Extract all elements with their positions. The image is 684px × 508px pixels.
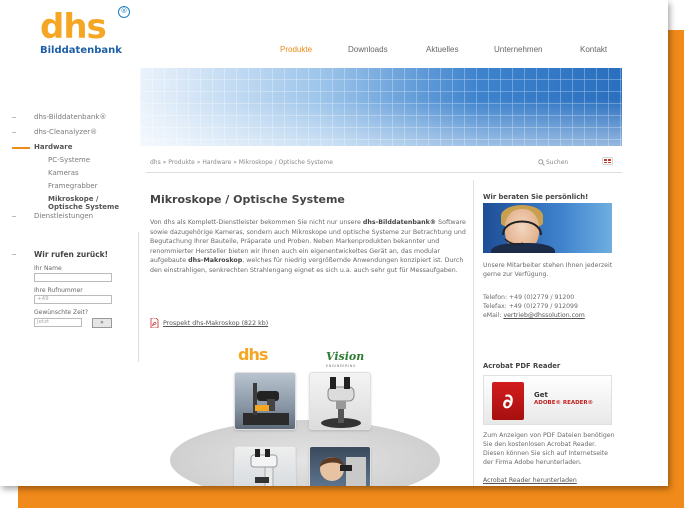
support-staff-photo [483, 203, 612, 253]
nav-produkte[interactable]: Produkte [280, 45, 312, 54]
pdf-icon [150, 318, 159, 328]
email-link[interactable]: vertrieb@dhssolution.com [503, 312, 584, 319]
name-label: Ihr Name [34, 265, 62, 272]
nav-kontakt[interactable]: Kontakt [580, 45, 607, 54]
headset-icon [502, 220, 542, 245]
time-input[interactable]: jetzt [34, 318, 82, 327]
advice-title: Wir beraten Sie persönlich! [483, 193, 589, 201]
search-link[interactable]: Suchen [546, 159, 568, 166]
advice-text: Unsere Mitarbeiter stehen Ihnen jederzei… [483, 262, 613, 278]
callback-title: Wir rufen zurück! [34, 250, 109, 259]
sidebar-item-hardware[interactable]: Hardware [34, 143, 72, 151]
product-image-makroskop [234, 372, 296, 430]
product-ellipse-background [170, 420, 440, 486]
phone-input[interactable]: +49 [34, 295, 112, 304]
intro-bold-bilddatenbank: dhs-Bilddatenbank® [362, 219, 437, 226]
adobe-reader-banner[interactable]: ∂ Get ADOBE® READER® [483, 375, 612, 425]
registered-mark-icon: ® [118, 6, 130, 18]
acrobat-download-link[interactable]: Acrobat Reader herunterladen [483, 476, 615, 485]
acrobat-title: Acrobat PDF Reader [483, 362, 561, 370]
name-input[interactable] [34, 273, 112, 282]
intro-bold-makroskop: dhs-Makroskop [188, 257, 243, 265]
bullet-icon [12, 254, 16, 255]
sidebar-item-framegrabber[interactable]: Framegrabber [48, 182, 98, 190]
adobe-reader-text: ADOBE® READER® [534, 400, 594, 406]
webpage: dhs ® Bilddatenbank Produkte Downloads A… [0, 0, 668, 486]
nav-unternehmen[interactable]: Unternehmen [494, 45, 542, 54]
sidebar-item-optische-systeme[interactable]: Optische Systeme [48, 203, 119, 211]
sidebar-item-cleanalyzer[interactable]: dhs-Cleanalyzer® [34, 128, 97, 136]
fax-number: Telefax: +49 (0)2779 / 912099 [483, 303, 578, 310]
top-navigation: Produkte Downloads Aktuelles Unternehmen… [270, 45, 620, 59]
vision-engineering-logo: Vision [326, 350, 365, 363]
logo-subtitle: Bilddatenbank [40, 45, 122, 56]
sidebar-item-kameras[interactable]: Kameras [48, 169, 79, 177]
active-marker [12, 147, 30, 149]
search-icon[interactable] [538, 159, 545, 166]
banner-fade [140, 68, 622, 146]
bullet-icon [12, 117, 16, 118]
bullet-icon [12, 216, 16, 217]
email-line: eMail: vertrieb@dhssolution.com [483, 311, 615, 320]
time-label: Gewünschte Zeit? [34, 309, 89, 316]
adobe-a-glyph: ∂ [502, 389, 514, 413]
adobe-logo-icon: ∂ [492, 382, 524, 420]
page-title: Mikroskope / Optische Systeme [150, 193, 345, 206]
callback-submit-button[interactable]: » [92, 318, 112, 328]
product-image-stereo-microscope [309, 372, 371, 430]
product-image-microscope-white [234, 446, 296, 486]
intro-paragraph: Von dhs als Komplett-Dienstleister bekom… [150, 218, 466, 276]
pdf-brochure-link[interactable]: Prospekt dhs-Makroskop (822 kb) [163, 320, 268, 327]
nav-downloads[interactable]: Downloads [348, 45, 388, 54]
nav-aktuelles[interactable]: Aktuelles [426, 45, 458, 54]
sidebar-item-pc-systeme[interactable]: PC-Systeme [48, 156, 90, 164]
english-flag-icon[interactable] [603, 158, 612, 164]
acrobat-description: Zum Anzeigen von PDF Dateien benötigen S… [483, 432, 615, 466]
sidebar-divider [138, 232, 139, 362]
adobe-get-text: Get [534, 391, 548, 399]
sidebar-item-bilddatenbank[interactable]: dhs-Bilddatenbank® [34, 113, 106, 121]
phone-label: Ihre Rufnummer [34, 287, 83, 294]
bullet-icon [12, 132, 16, 133]
sidebar-item-mikroskope[interactable]: Mikroskope / [48, 195, 98, 203]
breadcrumb-divider [146, 172, 622, 173]
sidebar-item-dienstleistungen[interactable]: Dienstleistungen [34, 212, 93, 220]
phone-number: Telefon: +49 (0)2779 / 91200 [483, 294, 575, 301]
breadcrumb[interactable]: dhs » Produkte » Hardware » Mikroskope /… [150, 159, 333, 166]
email-label: eMail: [483, 312, 504, 319]
logo-word: dhs [40, 7, 107, 47]
intro-text-1: Von dhs als Komplett-Dienstleister bekom… [150, 219, 361, 226]
dhs-logo[interactable]: dhs ® Bilddatenbank [40, 6, 130, 57]
vision-engineering-sub: ENGINEERING [326, 364, 356, 368]
header-banner [140, 68, 622, 146]
dhs-product-logo: dhs [238, 345, 268, 364]
product-image-user-at-microscope [309, 446, 371, 486]
right-column-divider [473, 180, 474, 486]
